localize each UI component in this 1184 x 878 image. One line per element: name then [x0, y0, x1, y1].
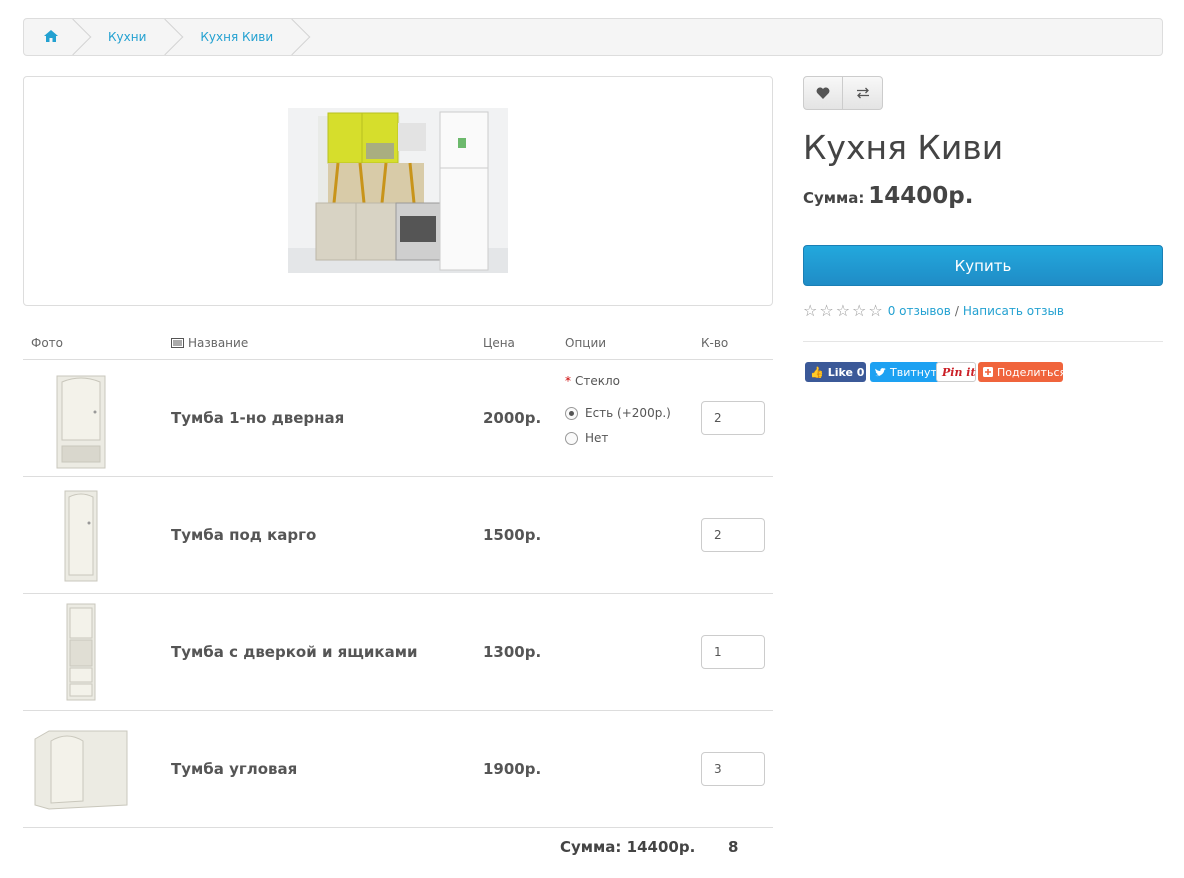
radio-button[interactable] [565, 431, 578, 445]
breadcrumb: Кухни Кухня Киви [23, 18, 1163, 56]
home-icon [44, 29, 58, 45]
product-name: Тумба 1-но дверная [171, 409, 345, 427]
product-price: 1500р. [483, 526, 542, 544]
heart-icon [816, 87, 830, 99]
table-total-qty: 8 [728, 838, 739, 856]
facebook-like-button[interactable]: 👍 Like 0 [805, 362, 866, 382]
star-icon: ☆ [852, 301, 867, 320]
option-radio-yes[interactable]: Есть (+200р.) [565, 406, 671, 420]
share-button[interactable]: Поделиться [978, 362, 1066, 382]
product-actions [803, 76, 883, 110]
star-icon: ☆ [868, 301, 883, 320]
breadcrumb-item-kitchens[interactable]: Кухни [80, 19, 184, 55]
star-icon: ☆ [835, 301, 851, 320]
product-name: Тумба с дверкой и ящиками [171, 643, 418, 661]
twitter-button[interactable]: Твитнуть [870, 362, 943, 382]
header-options: Опции [565, 336, 607, 350]
sum-value: 14400р. [868, 183, 974, 209]
buy-button[interactable]: Купить [803, 245, 1163, 286]
product-price: 1300р. [483, 643, 542, 661]
reviews-link[interactable]: 0 отзывов [888, 304, 951, 318]
product-sum: Сумма: 14400р. [803, 183, 973, 209]
table-row: Тумба под карго 1500р. [23, 477, 773, 594]
write-review-link[interactable]: Написать отзыв [963, 304, 1064, 318]
product-thumbnail[interactable] [31, 483, 131, 587]
quantity-input[interactable] [701, 518, 765, 552]
product-thumbnail[interactable] [31, 600, 131, 704]
sum-label: Сумма: [803, 189, 865, 207]
divider [803, 341, 1163, 342]
quantity-input[interactable] [701, 635, 765, 669]
product-price: 1900р. [483, 760, 542, 778]
thumbs-up-icon: 👍 [810, 365, 824, 379]
twitter-icon [875, 367, 886, 377]
product-thumbnail[interactable] [31, 366, 131, 470]
separator: / [954, 304, 959, 318]
product-price: 2000р. [483, 409, 542, 427]
product-name: Тумба под карго [171, 526, 317, 544]
quantity-input[interactable] [701, 752, 765, 786]
list-icon [171, 338, 184, 348]
header-name: Название [171, 336, 248, 350]
product-title: Кухня Киви [803, 128, 1004, 167]
product-image[interactable] [288, 108, 508, 273]
breadcrumb-item-current[interactable]: Кухня Киви [172, 19, 311, 55]
compare-button[interactable] [843, 76, 883, 110]
required-marker: * [565, 374, 571, 388]
breadcrumb-home[interactable] [24, 19, 92, 55]
star-icon: ☆ [803, 301, 818, 320]
radio-button[interactable] [565, 406, 578, 420]
product-image-panel[interactable] [23, 76, 773, 306]
header-qty: К-во [701, 336, 729, 350]
table-header: Фото Название Цена Опции К-во [23, 327, 773, 360]
header-price: Цена [483, 336, 515, 350]
wishlist-button[interactable] [803, 76, 843, 110]
quantity-input[interactable] [701, 401, 765, 435]
option-radio-no[interactable]: Нет [565, 431, 608, 445]
product-name: Тумба угловая [171, 760, 298, 778]
exchange-icon [856, 87, 870, 99]
pinterest-button[interactable]: Pin it [936, 362, 976, 382]
table-row: Тумба 1-но дверная 2000р. * Стекло Есть (… [23, 360, 773, 477]
option-title: * Стекло [565, 374, 621, 388]
star-icon: ☆ [819, 301, 834, 320]
table-row: Тумба угловая 1900р. [23, 711, 773, 828]
rating: ☆ ☆ ☆ ☆ ☆ 0 отзывов / Написать отзыв [803, 303, 1064, 319]
table-row: Тумба с дверкой и ящиками 1300р. [23, 594, 773, 711]
table-total-sum: Сумма: 14400р. [560, 838, 696, 856]
plus-icon [983, 367, 993, 377]
header-photo: Фото [31, 336, 64, 350]
product-thumbnail[interactable] [31, 717, 131, 821]
